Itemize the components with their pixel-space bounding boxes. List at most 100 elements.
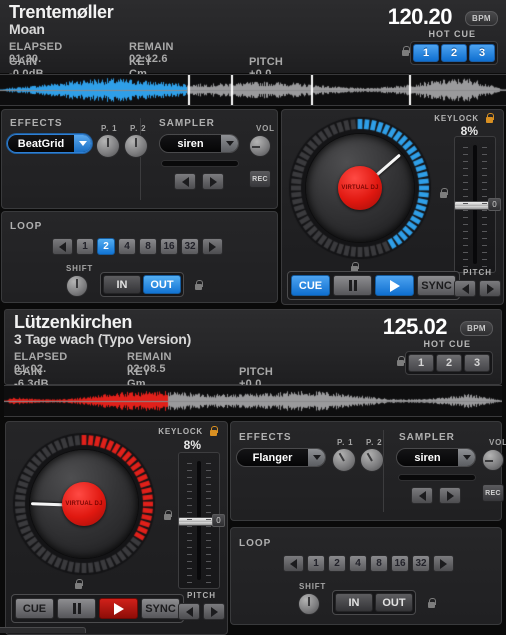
pitch-bend-down-button[interactable]: [178, 603, 200, 620]
hot-cue-lock-icon[interactable]: [401, 46, 410, 57]
pitch-percent[interactable]: 8%: [184, 438, 201, 452]
effect-param-1-knob[interactable]: [96, 134, 120, 158]
platter-lock-icon[interactable]: [74, 579, 83, 590]
sampler-rec-button[interactable]: REC: [482, 484, 504, 502]
keylock-icon[interactable]: [209, 426, 218, 437]
sampler-vol-label: VOL: [256, 124, 275, 133]
play-icon: [113, 602, 124, 615]
sampler-rec-button[interactable]: REC: [249, 170, 271, 188]
pitch-bend-up-button[interactable]: [479, 280, 501, 297]
loop-in-button[interactable]: IN: [335, 593, 373, 612]
effects-label: EFFECTS: [10, 118, 63, 129]
loop-out-button[interactable]: OUT: [143, 275, 181, 294]
loop-size-16[interactable]: 16: [391, 555, 409, 572]
sampler-volume-knob[interactable]: [249, 135, 271, 157]
loop-halve-button[interactable]: [52, 238, 73, 255]
hot-cue-button-2[interactable]: 2: [441, 44, 467, 62]
fader-tick: [463, 252, 468, 253]
pause-button[interactable]: [57, 598, 96, 619]
jog-platter[interactable]: VIRTUAL DJ: [29, 449, 139, 559]
loop-out-button[interactable]: OUT: [375, 593, 413, 612]
loop-size-2[interactable]: 2: [97, 238, 115, 255]
fader-tick: [206, 470, 211, 471]
fader-tick: [206, 561, 211, 562]
loop-halve-button[interactable]: [283, 555, 304, 572]
fader-tick: [482, 238, 487, 239]
pitch-bend-down-button[interactable]: [454, 280, 476, 297]
jog-wheel-b[interactable]: VIRTUAL DJ: [12, 432, 156, 576]
hot-cue-button-3[interactable]: 3: [464, 354, 490, 372]
effect-param-1-knob[interactable]: [332, 448, 356, 472]
hot-cue-button-1[interactable]: 1: [408, 354, 434, 372]
jog-lock-icon[interactable]: [439, 188, 448, 199]
fader-tick: [187, 477, 192, 478]
jog-wheel-a[interactable]: VIRTUAL DJ: [288, 116, 432, 260]
pitch-bend-up-button[interactable]: [203, 603, 225, 620]
cue-button[interactable]: CUE: [15, 598, 54, 619]
loop-size-4[interactable]: 4: [118, 238, 136, 255]
sampler-next-button[interactable]: [202, 173, 224, 190]
fader-tick: [206, 505, 211, 506]
panel-divider: [383, 430, 384, 512]
loop-size-8[interactable]: 8: [370, 555, 388, 572]
loop-double-button[interactable]: [433, 555, 454, 572]
effects-select[interactable]: BeatGrid: [7, 134, 92, 153]
loop-size-16[interactable]: 16: [160, 238, 178, 255]
sampler-prev-button[interactable]: [411, 487, 433, 504]
hot-cue-label: HOT CUE: [428, 29, 476, 39]
loop-double-button[interactable]: [202, 238, 223, 255]
loop-lock-icon[interactable]: [427, 598, 436, 609]
sampler-progress-bar[interactable]: [161, 160, 239, 167]
loop-size-2[interactable]: 2: [328, 555, 346, 572]
bpm-value[interactable]: 125.02: [383, 314, 448, 340]
fader-tick: [187, 575, 192, 576]
fader-tick: [187, 561, 192, 562]
sampler-select[interactable]: siren: [159, 134, 239, 153]
keylock-icon[interactable]: [485, 113, 494, 124]
sampler-volume-knob[interactable]: [482, 449, 504, 471]
fader-tick: [482, 210, 487, 211]
loop-in-button[interactable]: IN: [103, 275, 141, 294]
loop-size-1[interactable]: 1: [307, 555, 325, 572]
jog-platter[interactable]: VIRTUAL DJ: [305, 133, 415, 243]
hot-cue-lock-icon[interactable]: [396, 356, 405, 367]
effect-param-2-knob[interactable]: [360, 448, 384, 472]
sampler-prev-button[interactable]: [174, 173, 196, 190]
pause-button[interactable]: [333, 275, 372, 296]
fader-tick: [206, 582, 211, 583]
fader-tick: [206, 526, 211, 527]
fader-tick: [482, 217, 487, 218]
hot-cue-button-1[interactable]: 1: [413, 44, 439, 62]
browser-tab-stub[interactable]: [0, 627, 86, 633]
sampler-select[interactable]: siren: [396, 448, 476, 467]
sync-button[interactable]: SYNC: [417, 275, 456, 296]
effect-param-2-knob[interactable]: [124, 134, 148, 158]
sampler-next-button[interactable]: [439, 487, 461, 504]
hot-cue-button-2[interactable]: 2: [436, 354, 462, 372]
loop-size-1[interactable]: 1: [76, 238, 94, 255]
pitch-reset-button[interactable]: 0: [212, 514, 225, 527]
loop-size-4[interactable]: 4: [349, 555, 367, 572]
deck-b-header: Lützenkirchen 3 Tage wach (Typo Version)…: [4, 309, 502, 390]
play-button[interactable]: [375, 275, 414, 296]
shift-knob[interactable]: [66, 275, 88, 297]
waveform-deck-b[interactable]: [4, 385, 502, 417]
loop-size-32[interactable]: 32: [412, 555, 430, 572]
pause-icon: [72, 603, 81, 614]
cue-button[interactable]: CUE: [291, 275, 330, 296]
effects-select[interactable]: Flanger: [236, 448, 326, 467]
loop-lock-icon[interactable]: [194, 280, 203, 291]
shift-knob[interactable]: [298, 593, 320, 615]
pitch-reset-button[interactable]: 0: [488, 198, 501, 211]
loop-size-8[interactable]: 8: [139, 238, 157, 255]
loop-size-32[interactable]: 32: [181, 238, 199, 255]
sync-button[interactable]: SYNC: [141, 598, 180, 619]
sampler-progress-bar[interactable]: [398, 474, 476, 481]
waveform-deck-a[interactable]: [0, 74, 506, 106]
play-button[interactable]: [99, 598, 138, 619]
jog-hub-logo: VIRTUAL DJ: [62, 482, 106, 526]
jog-lock-icon[interactable]: [163, 510, 172, 521]
hot-cue-button-3[interactable]: 3: [469, 44, 495, 62]
fader-tick: [463, 196, 468, 197]
bpm-value[interactable]: 120.20: [388, 4, 453, 30]
